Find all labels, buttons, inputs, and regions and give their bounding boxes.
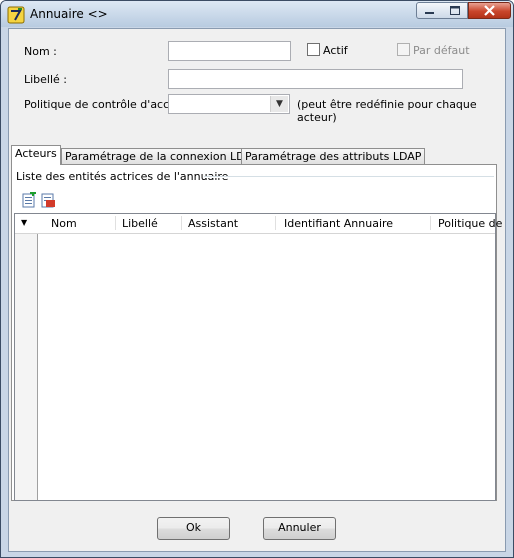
minimize-button[interactable] bbox=[416, 2, 443, 19]
delete-entity-icon[interactable] bbox=[40, 192, 56, 208]
close-icon bbox=[484, 5, 495, 16]
annuler-button[interactable]: Annuler bbox=[263, 517, 336, 540]
column-header-libelle[interactable]: Libellé bbox=[122, 217, 158, 230]
maximize-button[interactable] bbox=[442, 2, 468, 19]
nom-input[interactable] bbox=[168, 41, 291, 61]
maximize-icon bbox=[449, 6, 460, 15]
row-header-column bbox=[15, 214, 38, 500]
group-separator bbox=[204, 176, 494, 178]
dialog-client-area: Nom : Actif Par défaut Libellé : Politiq… bbox=[8, 28, 506, 552]
column-divider[interactable] bbox=[181, 216, 182, 230]
window-title: Annuaire <> bbox=[30, 7, 108, 21]
actif-checkbox[interactable] bbox=[307, 43, 320, 56]
add-entity-icon[interactable] bbox=[21, 192, 37, 208]
column-header-nom[interactable]: Nom bbox=[51, 217, 77, 230]
title-bar[interactable]: Annuaire <> bbox=[1, 1, 513, 27]
par-defaut-checkbox[interactable] bbox=[397, 43, 410, 56]
politique-label: Politique de contrôle d'accès : bbox=[24, 98, 189, 111]
minimize-icon bbox=[425, 12, 434, 14]
libelle-input[interactable] bbox=[168, 69, 463, 89]
politique-select[interactable]: ▼ bbox=[168, 94, 290, 114]
nom-label: Nom : bbox=[24, 45, 57, 58]
column-header-assistant[interactable]: Assistant bbox=[188, 217, 238, 230]
par-defaut-label: Par défaut bbox=[413, 44, 470, 57]
table-header: ▼ Nom Libellé Assistant Identifiant Annu… bbox=[15, 214, 502, 234]
tab-connexion-ldap[interactable]: Paramétrage de la connexion LDAP bbox=[61, 148, 263, 165]
app-logo-icon bbox=[7, 6, 25, 24]
ok-button[interactable]: Ok bbox=[157, 517, 230, 540]
column-divider[interactable] bbox=[115, 216, 116, 230]
row-selector-arrow-icon[interactable]: ▼ bbox=[21, 218, 27, 227]
tab-attributs-ldap[interactable]: Paramétrage des attributs LDAP bbox=[241, 148, 426, 165]
chevron-double-down-icon[interactable]: ▼ bbox=[270, 96, 288, 112]
column-header-politique[interactable]: Politique de bbox=[438, 217, 502, 230]
libelle-label: Libellé : bbox=[24, 73, 68, 86]
column-divider[interactable] bbox=[275, 216, 276, 230]
politique-hint: (peut être redéfinie pour chaque acteur) bbox=[297, 98, 477, 124]
column-divider[interactable] bbox=[430, 216, 431, 230]
dialog-window: Annuaire <> Nom : Actif Par défaut Libel… bbox=[0, 0, 514, 558]
acteurs-group-title: Liste des entités actrices de l'annuaire bbox=[16, 170, 231, 183]
column-header-identifiant-annuaire[interactable]: Identifiant Annuaire bbox=[284, 217, 393, 230]
acteurs-table[interactable]: ▼ Nom Libellé Assistant Identifiant Annu… bbox=[14, 213, 502, 501]
close-button[interactable] bbox=[468, 2, 511, 19]
acteurs-tab-panel: Liste des entités actrices de l'annuaire… bbox=[11, 164, 502, 501]
tab-acteurs[interactable]: Acteurs bbox=[11, 145, 61, 165]
actif-label: Actif bbox=[323, 44, 348, 57]
